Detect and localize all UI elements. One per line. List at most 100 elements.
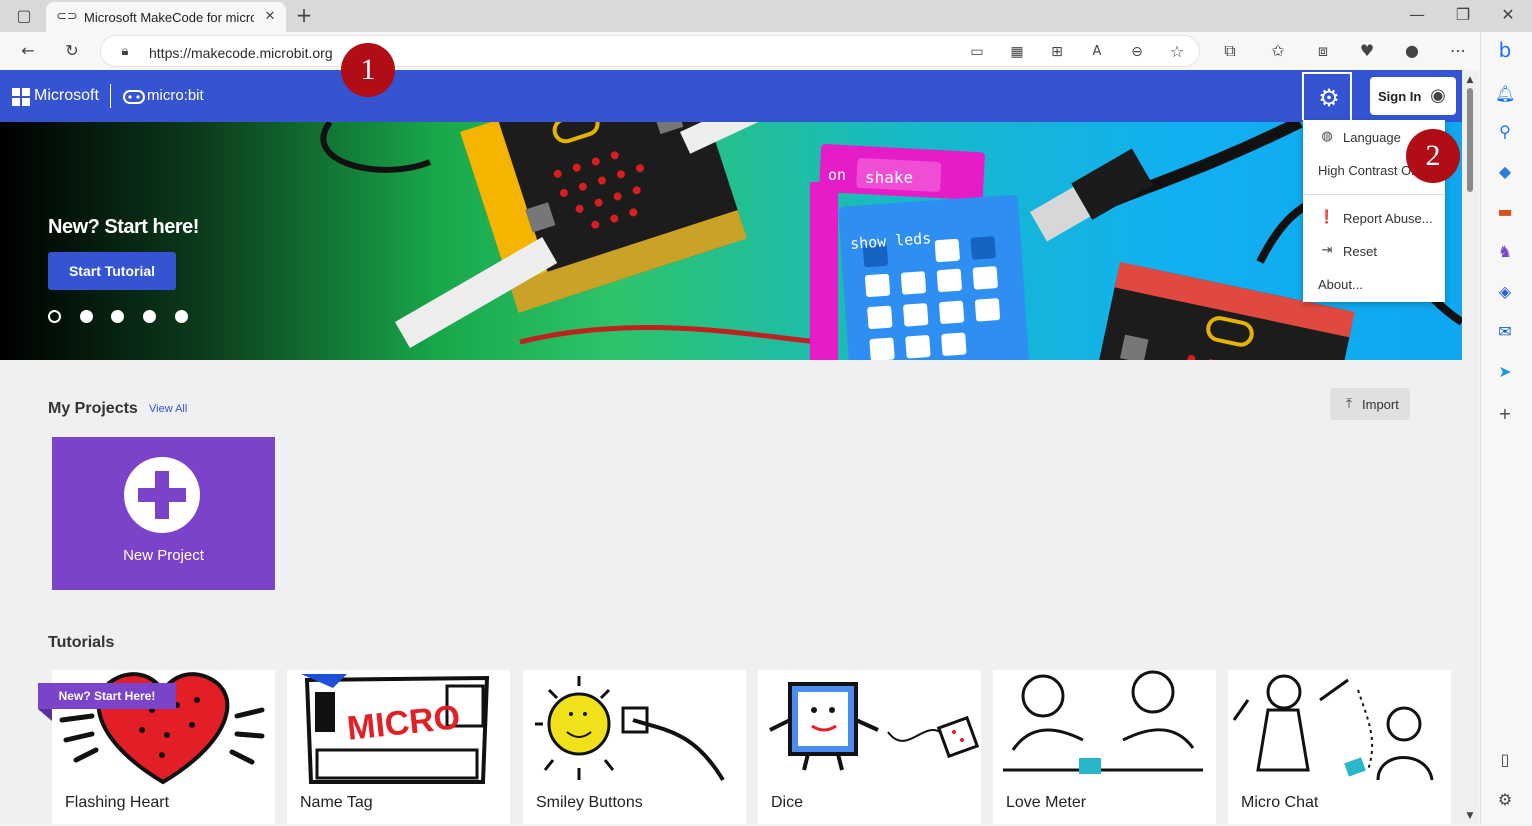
start-tutorial-button[interactable]: Start Tutorial: [48, 252, 176, 290]
new-tab-button[interactable]: +: [294, 5, 314, 25]
annotation-callout-1: 1: [341, 43, 395, 97]
notifications-icon[interactable]: 🔔︎: [1495, 84, 1515, 104]
browser-tab[interactable]: ⊂⊃ Microsoft MakeCode for micro:bit ✕: [46, 2, 286, 32]
scroll-thumb[interactable]: [1467, 88, 1473, 192]
carousel-dot-4[interactable]: [143, 310, 156, 323]
back-icon[interactable]: ←: [18, 41, 38, 61]
menu-label-report-abuse: Report Abuse...: [1343, 211, 1433, 226]
restore-icon[interactable]: ❐: [1453, 5, 1473, 25]
tutorial-card-dice[interactable]: Dice: [758, 670, 981, 824]
ribbon-tail: [38, 709, 52, 721]
page-scrollbar[interactable]: ▲ ▼: [1462, 70, 1478, 824]
extensions-icon[interactable]: ⧉: [1220, 41, 1240, 61]
tutorials-heading: Tutorials: [48, 634, 115, 651]
annotation-callout-2: 2: [1406, 129, 1460, 183]
view-all-link[interactable]: View All: [149, 403, 187, 415]
carousel-dot-1[interactable]: [48, 310, 61, 323]
read-aloud-icon[interactable]: A: [1087, 42, 1107, 62]
close-window-icon[interactable]: ✕: [1498, 5, 1518, 25]
import-button[interactable]: ⤒ Import: [1330, 388, 1410, 420]
address-bar[interactable]: 🔒︎ https://makecode.microbit.org ▭ ▦ ⊞ A…: [100, 35, 1200, 67]
micro-chat-illustration: [1228, 670, 1451, 785]
split-screen-icon[interactable]: ▯: [1495, 750, 1515, 770]
tools-briefcase-icon[interactable]: ▬: [1495, 202, 1515, 222]
settings-gear-button[interactable]: ⚙: [1302, 72, 1352, 120]
performance-icon[interactable]: ♥: [1357, 41, 1377, 61]
header-divider: [110, 84, 111, 108]
card-label: Name Tag: [300, 794, 373, 811]
menu-item-reset[interactable]: ⇥ Reset: [1303, 236, 1445, 266]
favorites-icon[interactable]: ✩: [1268, 41, 1288, 61]
new-project-card[interactable]: New Project: [52, 437, 275, 590]
tab-actions-icon[interactable]: ▢: [14, 6, 34, 26]
edge-sidebar: b 🔔︎ ⚲ ◆ ▬ ♞ ◈ ✉ ➤ + ▯ ⚙: [1480, 32, 1532, 824]
url-text: https://makecode.microbit.org: [149, 45, 333, 61]
menu-item-report-abuse[interactable]: ❗ Report Abuse...: [1303, 203, 1445, 233]
scroll-down-icon[interactable]: ▼: [1460, 806, 1480, 826]
user-account-icon: ◉: [1430, 85, 1446, 106]
shopping-tag-icon[interactable]: ◆: [1495, 162, 1515, 182]
makecode-header: Microsoft micro:bit ⚙ Sign In ◉: [0, 70, 1462, 122]
profile-avatar-icon[interactable]: ●: [1402, 41, 1422, 61]
carousel-dot-5[interactable]: [175, 310, 188, 323]
menu-label-language: Language: [1343, 130, 1401, 145]
tab-title: Microsoft MakeCode for micro:bit: [84, 10, 254, 25]
microbit-favicon-icon: ⊂⊃: [56, 9, 78, 24]
zoom-out-icon[interactable]: ⊖: [1127, 42, 1147, 62]
send-icon[interactable]: ➤: [1495, 362, 1515, 382]
microsoft-logo-icon[interactable]: [12, 88, 30, 106]
lock-icon: 🔒︎: [121, 44, 129, 59]
scroll-up-icon[interactable]: ▲: [1460, 70, 1480, 90]
app-available-icon[interactable]: ▭: [967, 42, 987, 62]
menu-label-high-contrast: High Contrast On: [1318, 163, 1419, 178]
new-start-here-ribbon: New? Start Here!: [38, 683, 176, 709]
search-icon[interactable]: ⚲: [1495, 122, 1515, 142]
card-label: Love Meter: [1006, 794, 1087, 811]
microbit-label[interactable]: micro:bit: [147, 87, 204, 104]
upload-icon: ⤒: [1345, 396, 1353, 412]
dice-illustration: [758, 670, 981, 785]
carousel-dot-2[interactable]: [80, 310, 93, 323]
office-icon[interactable]: ◈: [1495, 282, 1515, 302]
menu-label-reset: Reset: [1343, 244, 1377, 259]
block-shake-label: shake: [865, 168, 914, 187]
menu-separator: [1303, 194, 1445, 195]
sign-out-icon: ⇥: [1321, 243, 1333, 258]
menu-item-about[interactable]: About...: [1303, 269, 1445, 299]
smiley-illustration: [523, 670, 746, 785]
add-sidebar-icon[interactable]: +: [1495, 404, 1515, 424]
tutorial-card-smiley-buttons[interactable]: Smiley Buttons: [523, 670, 746, 824]
card-label: Dice: [771, 794, 804, 811]
hero-illustration: [320, 122, 1462, 360]
hero-title: New? Start here!: [48, 216, 199, 238]
outlook-icon[interactable]: ✉: [1495, 322, 1515, 342]
address-toolbar: ← ↻ 🔒︎ https://makecode.microbit.org ▭ ▦…: [0, 32, 1532, 70]
games-icon[interactable]: ♞: [1495, 242, 1515, 262]
bing-copilot-icon[interactable]: b: [1495, 40, 1515, 60]
minimize-icon[interactable]: —: [1407, 5, 1427, 25]
favorite-star-icon[interactable]: ☆: [1167, 42, 1187, 62]
settings-icon[interactable]: ⚙: [1495, 790, 1515, 810]
globe-icon: ◍: [1321, 129, 1333, 144]
makecode-page: Microsoft micro:bit ⚙ Sign In ◉ on shake…: [0, 70, 1462, 824]
tutorial-card-micro-chat[interactable]: Micro Chat: [1228, 670, 1451, 824]
browser-tab-bar: ▢ ⊂⊃ Microsoft MakeCode for micro:bit ✕ …: [0, 0, 1532, 32]
tutorial-card-love-meter[interactable]: Love Meter: [993, 670, 1216, 824]
apps-icon[interactable]: ⊞: [1047, 42, 1067, 62]
microsoft-label[interactable]: Microsoft: [34, 87, 99, 105]
card-label: Flashing Heart: [65, 794, 170, 811]
microbit-logo-icon[interactable]: [123, 90, 145, 104]
sign-in-button[interactable]: Sign In ◉: [1370, 77, 1456, 115]
new-project-label: New Project: [123, 547, 204, 564]
gear-icon: ⚙: [1318, 84, 1340, 112]
collections-icon[interactable]: ⧈: [1313, 41, 1333, 61]
card-label: Smiley Buttons: [536, 794, 643, 811]
carousel-dot-3[interactable]: [111, 310, 124, 323]
more-menu-icon[interactable]: ⋯: [1448, 41, 1468, 61]
tutorial-card-name-tag[interactable]: MICRO Name Tag: [287, 670, 510, 824]
love-meter-illustration: [993, 670, 1216, 785]
plus-icon: [124, 457, 200, 533]
refresh-icon[interactable]: ↻: [62, 41, 82, 61]
qr-icon[interactable]: ▦: [1007, 42, 1027, 62]
close-tab-icon[interactable]: ✕: [260, 7, 280, 27]
